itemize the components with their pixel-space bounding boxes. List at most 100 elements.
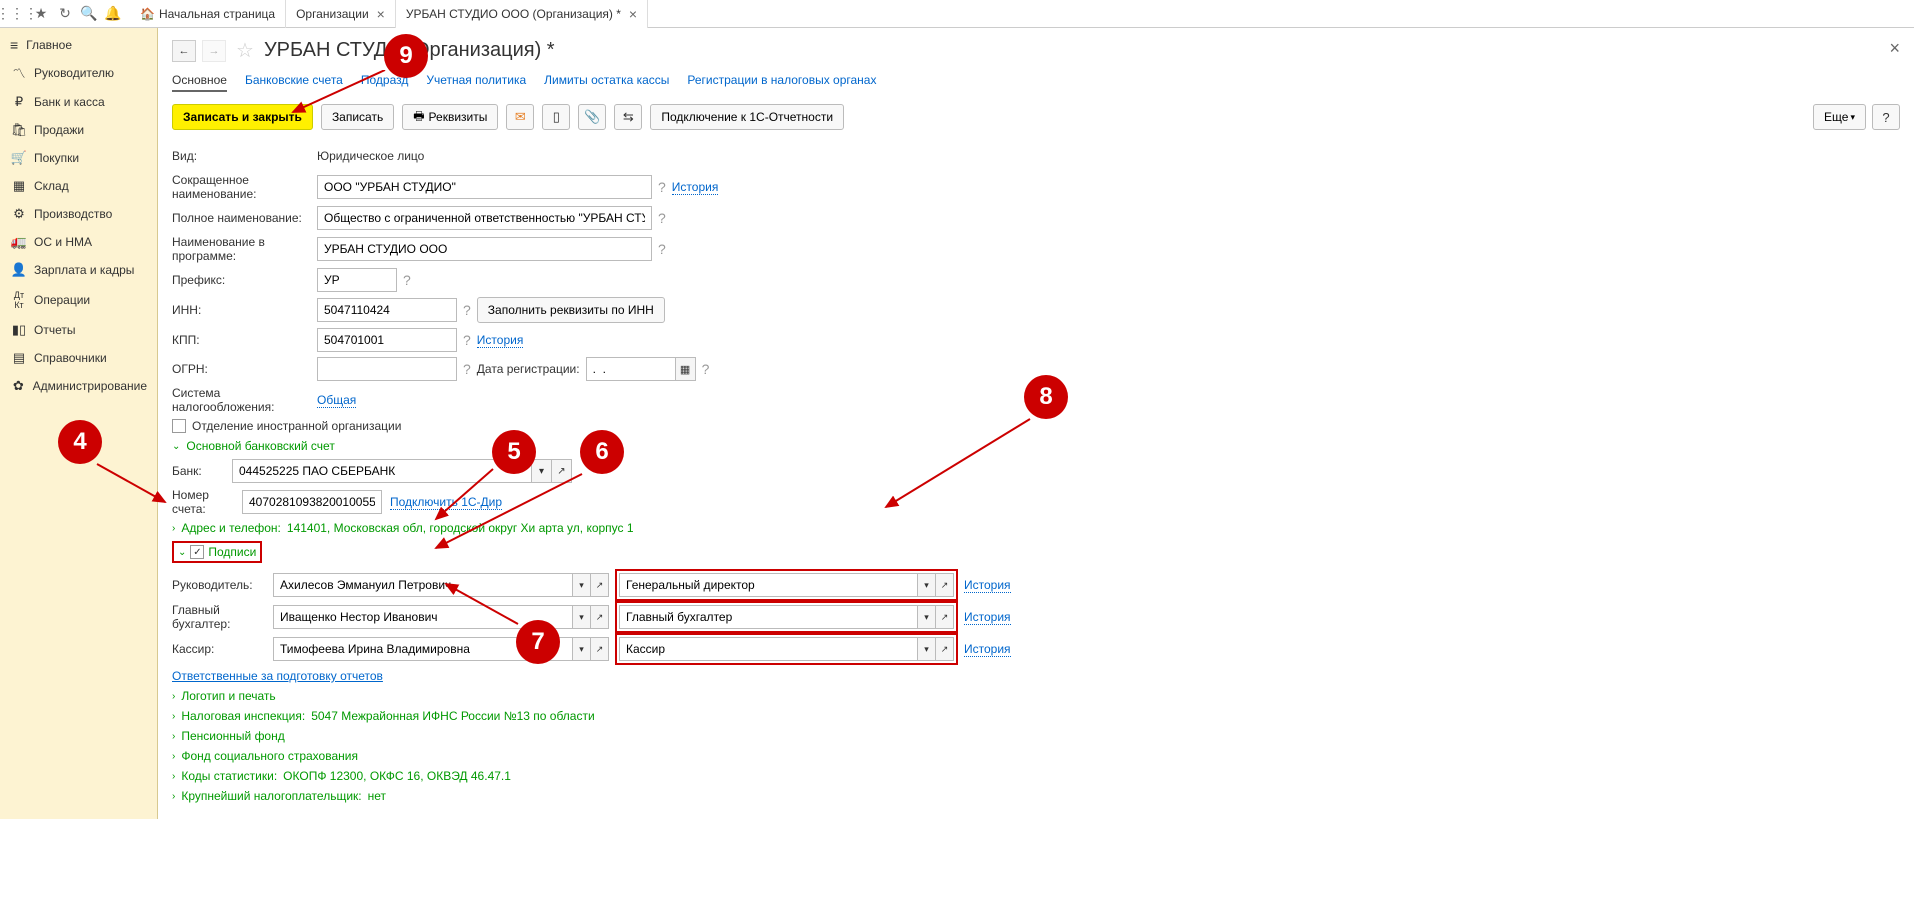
tab-org-card[interactable]: УРБАН СТУДИО ООО (Организация) * × [396, 0, 648, 28]
sidebar-item-catalogs[interactable]: ▤Справочники [0, 344, 157, 372]
file-button[interactable]: ▯ [542, 104, 570, 130]
help-icon[interactable]: ? [658, 241, 666, 257]
head-position-input[interactable] [619, 573, 918, 597]
dropdown-button[interactable]: ▾ [532, 459, 552, 483]
sidebar-item-bank[interactable]: ₽Банк и касса [0, 88, 157, 116]
responsible-link[interactable]: Ответственные за подготовку отчетов [172, 669, 383, 683]
sidebar-item-sales[interactable]: 🛍Продажи [0, 116, 157, 144]
sidebar-item-reports[interactable]: ▮▯Отчеты [0, 316, 157, 344]
bank-section-toggle[interactable]: ⌄ Основной банковский счет [172, 439, 1900, 453]
open-button[interactable]: ↗ [936, 637, 954, 661]
tab-bank-accounts[interactable]: Банковские счета [245, 73, 343, 92]
foreign-checkbox[interactable] [172, 419, 186, 433]
regdate-input[interactable] [586, 357, 676, 381]
dropdown-button[interactable]: ▾ [573, 573, 591, 597]
prefix-input[interactable] [317, 268, 397, 292]
pension-section-toggle[interactable]: ›Пенсионный фонд [172, 729, 1900, 743]
history-link[interactable]: История [964, 578, 1011, 593]
inn-input[interactable] [317, 298, 457, 322]
dropdown-button[interactable]: ▾ [573, 637, 591, 661]
edo-button[interactable]: ⇆ [614, 104, 642, 130]
head-input[interactable] [273, 573, 573, 597]
help-icon[interactable]: ? [463, 332, 471, 348]
attach-button[interactable]: 📎 [578, 104, 606, 130]
kpp-input[interactable] [317, 328, 457, 352]
social-section-toggle[interactable]: ›Фонд социального страхования [172, 749, 1900, 763]
dropdown-button[interactable]: ▾ [918, 573, 936, 597]
history-link[interactable]: История [477, 333, 524, 348]
fullname-input[interactable] [317, 206, 652, 230]
dropdown-button[interactable]: ▾ [918, 605, 936, 629]
connect-link[interactable]: Подключить 1С-Дир [390, 495, 502, 510]
sidebar-item-manager[interactable]: 〽Руководителю [0, 57, 157, 88]
close-icon[interactable]: × [629, 6, 637, 22]
help-button[interactable]: ? [1872, 104, 1900, 130]
close-icon[interactable]: × [377, 6, 385, 22]
accountant-input[interactable] [273, 605, 573, 629]
connect-1c-button[interactable]: Подключение к 1С-Отчетности [650, 104, 844, 130]
sidebar-item-production[interactable]: ⚙Производство [0, 200, 157, 228]
help-icon[interactable]: ? [658, 179, 666, 195]
history-link[interactable]: История [672, 180, 719, 195]
history-icon[interactable]: ↻ [53, 2, 77, 26]
history-link[interactable]: История [964, 610, 1011, 625]
bank-input[interactable] [232, 459, 532, 483]
cashier-input[interactable] [273, 637, 573, 661]
favorite-star-icon[interactable]: ☆ [236, 38, 254, 63]
save-button[interactable]: Записать [321, 104, 394, 130]
search-icon[interactable]: 🔍 [77, 2, 101, 26]
bell-icon[interactable]: 🔔 [101, 2, 125, 26]
shortname-input[interactable] [317, 175, 652, 199]
largest-section-toggle[interactable]: ›Крупнейший налогоплательщик: нет [172, 789, 1900, 803]
mail-button[interactable]: ✉ [506, 104, 534, 130]
help-icon[interactable]: ? [658, 210, 666, 226]
help-icon[interactable]: ? [403, 272, 411, 288]
sidebar-main[interactable]: ≡ Главное [0, 33, 157, 57]
help-icon[interactable]: ? [463, 302, 471, 318]
logo-section-toggle[interactable]: ›Логотип и печать [172, 689, 1900, 703]
dropdown-button[interactable]: ▾ [573, 605, 591, 629]
sidebar-item-admin[interactable]: ✿Администрирование [0, 372, 157, 400]
tab-tax-registrations[interactable]: Регистрации в налоговых органах [687, 73, 876, 92]
taxsys-link[interactable]: Общая [317, 393, 356, 408]
address-section-toggle[interactable]: › Адрес и телефон: 141401, Московская об… [172, 521, 1900, 535]
tab-cash-limits[interactable]: Лимиты остатка кассы [544, 73, 669, 92]
help-icon[interactable]: ? [702, 361, 710, 377]
account-input[interactable] [242, 490, 382, 514]
accountant-position-input[interactable] [619, 605, 918, 629]
open-button[interactable]: ↗ [552, 459, 572, 483]
sidebar-item-purchases[interactable]: 🛒Покупки [0, 144, 157, 172]
close-x-icon[interactable]: × [1889, 38, 1900, 59]
open-button[interactable]: ↗ [936, 605, 954, 629]
open-button[interactable]: ↗ [936, 573, 954, 597]
tab-organizations[interactable]: Организации × [286, 0, 396, 28]
ogrn-input[interactable] [317, 357, 457, 381]
tab-main[interactable]: Основное [172, 73, 227, 92]
progname-input[interactable] [317, 237, 652, 261]
sidebar-item-salary[interactable]: 👤Зарплата и кадры [0, 256, 157, 284]
tab-home[interactable]: 🏠 Начальная страница [130, 0, 286, 28]
save-close-button[interactable]: Записать и закрыть [172, 104, 313, 130]
star-icon[interactable]: ★ [29, 2, 53, 26]
sidebar-item-assets[interactable]: 🚛ОС и НМА [0, 228, 157, 256]
open-button[interactable]: ↗ [591, 573, 609, 597]
tab-divisions[interactable]: Подразд [361, 73, 409, 92]
apps-icon[interactable]: ⋮⋮⋮ [5, 2, 29, 26]
calendar-button[interactable]: ▦ [676, 357, 696, 381]
tax-section-toggle[interactable]: ›Налоговая инспекция: 5047 Межрайонная И… [172, 709, 1900, 723]
forward-button[interactable]: → [202, 40, 226, 62]
cashier-position-input[interactable] [619, 637, 918, 661]
history-link[interactable]: История [964, 642, 1011, 657]
signatures-checkbox[interactable]: ✓ [190, 545, 204, 559]
back-button[interactable]: ← [172, 40, 196, 62]
sidebar-item-operations[interactable]: ДтКтОперации [0, 284, 157, 316]
sidebar-item-warehouse[interactable]: ▦Склад [0, 172, 157, 200]
help-icon[interactable]: ? [463, 361, 471, 377]
dropdown-button[interactable]: ▾ [918, 637, 936, 661]
requisites-button[interactable]: 🖶Реквизиты [402, 104, 498, 130]
more-button[interactable]: Еще ▾ [1813, 104, 1866, 130]
stats-section-toggle[interactable]: ›Коды статистики: ОКОПФ 12300, ОКФС 16, … [172, 769, 1900, 783]
fill-inn-button[interactable]: Заполнить реквизиты по ИНН [477, 297, 665, 323]
open-button[interactable]: ↗ [591, 605, 609, 629]
open-button[interactable]: ↗ [591, 637, 609, 661]
